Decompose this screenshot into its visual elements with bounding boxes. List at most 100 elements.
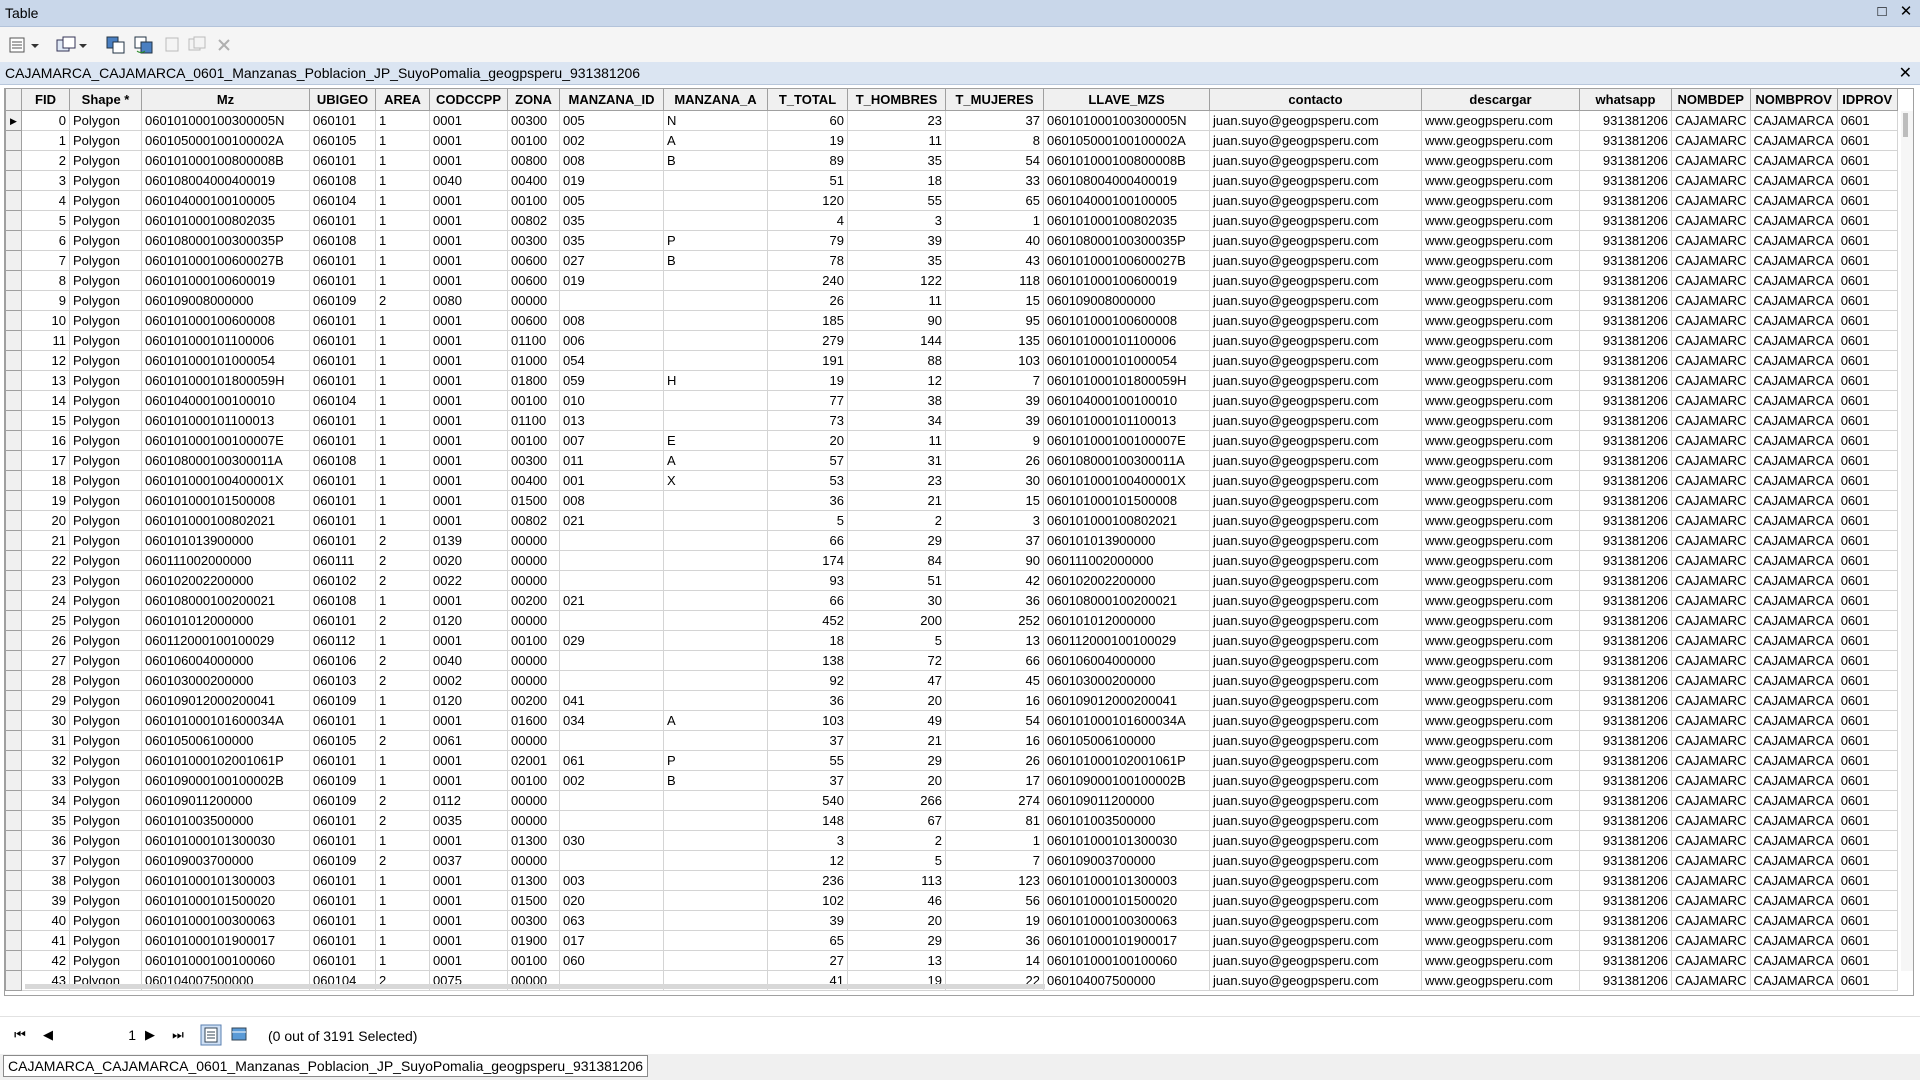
row-selector[interactable] [5, 190, 22, 211]
previous-record-icon[interactable]: ◀ [38, 1025, 58, 1045]
table-cell[interactable]: 060108004000400019 [141, 170, 310, 191]
table-cell[interactable]: 001 [559, 470, 664, 491]
table-cell[interactable]: 35 [847, 250, 946, 271]
table-cell[interactable]: juan.suyo@geogpsperu.com [1209, 350, 1422, 371]
table-cell[interactable]: 23 [847, 470, 946, 491]
table-cell[interactable]: 0601 [1836, 430, 1898, 451]
table-cell[interactable]: juan.suyo@geogpsperu.com [1209, 390, 1422, 411]
row-selector[interactable] [5, 390, 22, 411]
table-cell[interactable]: CAJAMARCA [1749, 870, 1838, 891]
column-header[interactable]: ZONA [507, 89, 560, 111]
table-cell[interactable]: www.geogpsperu.com [1421, 970, 1580, 991]
table-cell[interactable]: CAJAMARCA [1749, 150, 1838, 171]
table-row[interactable]: 5 Polygon 060101000100802035 060101 1 0001 008… [5, 210, 1898, 231]
table-cell[interactable]: Polygon [69, 490, 142, 511]
table-cell[interactable]: 0120 [429, 690, 508, 711]
table-cell[interactable]: www.geogpsperu.com [1421, 630, 1580, 651]
table-cell[interactable]: 54 [945, 710, 1044, 731]
table-cell[interactable]: www.geogpsperu.com [1421, 490, 1580, 511]
table-cell[interactable]: 00200 [507, 590, 560, 611]
table-cell[interactable]: 931381206 [1579, 390, 1672, 411]
table-cell[interactable]: 78 [767, 250, 848, 271]
table-cell[interactable]: 16 [945, 730, 1044, 751]
table-cell[interactable]: 88 [847, 350, 946, 371]
table-cell[interactable]: 931381206 [1579, 330, 1672, 351]
table-cell[interactable]: www.geogpsperu.com [1421, 310, 1580, 331]
table-cell[interactable]: 38 [21, 870, 70, 891]
table-cell[interactable]: 931381206 [1579, 650, 1672, 671]
table-cell[interactable]: Polygon [69, 410, 142, 431]
table-cell[interactable]: 060109003700000 [141, 850, 310, 871]
row-selector[interactable] [5, 250, 22, 271]
row-selector[interactable] [5, 370, 22, 391]
table-cell[interactable] [559, 650, 664, 671]
table-cell[interactable] [663, 390, 768, 411]
table-cell[interactable]: 060109 [309, 790, 376, 811]
table-cell[interactable]: CAJAMARCA [1749, 470, 1838, 491]
table-cell[interactable]: 1 [375, 750, 430, 771]
table-cell[interactable]: 060101000101100013 [141, 410, 310, 431]
row-selector[interactable] [5, 470, 22, 491]
table-cell[interactable]: 931381206 [1579, 510, 1672, 531]
table-cell[interactable]: juan.suyo@geogpsperu.com [1209, 250, 1422, 271]
table-cell[interactable]: Polygon [69, 630, 142, 651]
table-cell[interactable]: 0001 [429, 890, 508, 911]
table-cell[interactable]: CAJAMARCA [1749, 690, 1838, 711]
table-cell[interactable]: 34 [847, 410, 946, 431]
table-cell[interactable] [663, 950, 768, 971]
table-cell[interactable]: 0601 [1836, 410, 1898, 431]
table-cell[interactable]: 931381206 [1579, 570, 1672, 591]
table-cell[interactable] [663, 310, 768, 331]
table-cell[interactable]: www.geogpsperu.com [1421, 110, 1580, 131]
table-cell[interactable]: CAJAMARC [1671, 810, 1751, 831]
table-cell[interactable]: 0001 [429, 750, 508, 771]
table-cell[interactable]: 27 [21, 650, 70, 671]
table-cell[interactable]: 060101000100100007E [141, 430, 310, 451]
table-cell[interactable]: CAJAMARCA [1749, 770, 1838, 791]
table-row[interactable]: 36 Polygon 060101000101300030 060101 1 0001 01… [5, 830, 1898, 851]
table-cell[interactable]: 060104000100100010 [141, 390, 310, 411]
row-selector[interactable] [5, 750, 22, 771]
table-cell[interactable]: 81 [945, 810, 1044, 831]
table-cell[interactable] [559, 610, 664, 631]
table-cell[interactable]: CAJAMARCA [1749, 890, 1838, 911]
table-cell[interactable]: 7 [21, 250, 70, 271]
table-cell[interactable]: 00100 [507, 950, 560, 971]
column-header[interactable]: NOMBPROV [1749, 89, 1838, 111]
table-cell[interactable]: 43 [945, 250, 1044, 271]
table-row[interactable]: 32 Polygon 060101000102001061P 060101 1 0001 0… [5, 750, 1898, 771]
table-cell[interactable]: 060101 [309, 710, 376, 731]
table-cell[interactable]: Polygon [69, 250, 142, 271]
table-cell[interactable]: 1 [945, 830, 1044, 851]
table-cell[interactable]: 0001 [429, 210, 508, 231]
table-cell[interactable]: CAJAMARC [1671, 170, 1751, 191]
table-cell[interactable]: Polygon [69, 670, 142, 691]
table-cell[interactable]: 060101 [309, 890, 376, 911]
table-cell[interactable] [663, 830, 768, 851]
table-cell[interactable]: 060101000101500020 [1043, 890, 1210, 911]
table-cell[interactable]: 540 [767, 790, 848, 811]
table-cell[interactable]: 00802 [507, 210, 560, 231]
table-cell[interactable]: 29 [21, 690, 70, 711]
table-cell[interactable]: 1 [945, 210, 1044, 231]
table-cell[interactable]: X [663, 470, 768, 491]
table-cell[interactable]: 20 [847, 690, 946, 711]
table-cell[interactable]: 13 [945, 630, 1044, 651]
table-cell[interactable]: 060109012000200041 [141, 690, 310, 711]
table-cell[interactable]: 059 [559, 370, 664, 391]
table-cell[interactable]: 30 [847, 590, 946, 611]
table-cell[interactable]: www.geogpsperu.com [1421, 130, 1580, 151]
table-cell[interactable]: 29 [847, 750, 946, 771]
table-cell[interactable]: 060101000101600034A [141, 710, 310, 731]
table-cell[interactable]: 931381206 [1579, 750, 1672, 771]
table-cell[interactable]: Polygon [69, 530, 142, 551]
table-cell[interactable]: 0601 [1836, 590, 1898, 611]
row-selector[interactable] [5, 270, 22, 291]
table-cell[interactable]: 123 [945, 870, 1044, 891]
table-cell[interactable]: 0601 [1836, 570, 1898, 591]
table-cell[interactable]: CAJAMARC [1671, 450, 1751, 471]
table-cell[interactable]: 92 [767, 670, 848, 691]
table-cell[interactable]: www.geogpsperu.com [1421, 610, 1580, 631]
table-cell[interactable]: 1 [375, 190, 430, 211]
table-cell[interactable]: 01900 [507, 930, 560, 951]
